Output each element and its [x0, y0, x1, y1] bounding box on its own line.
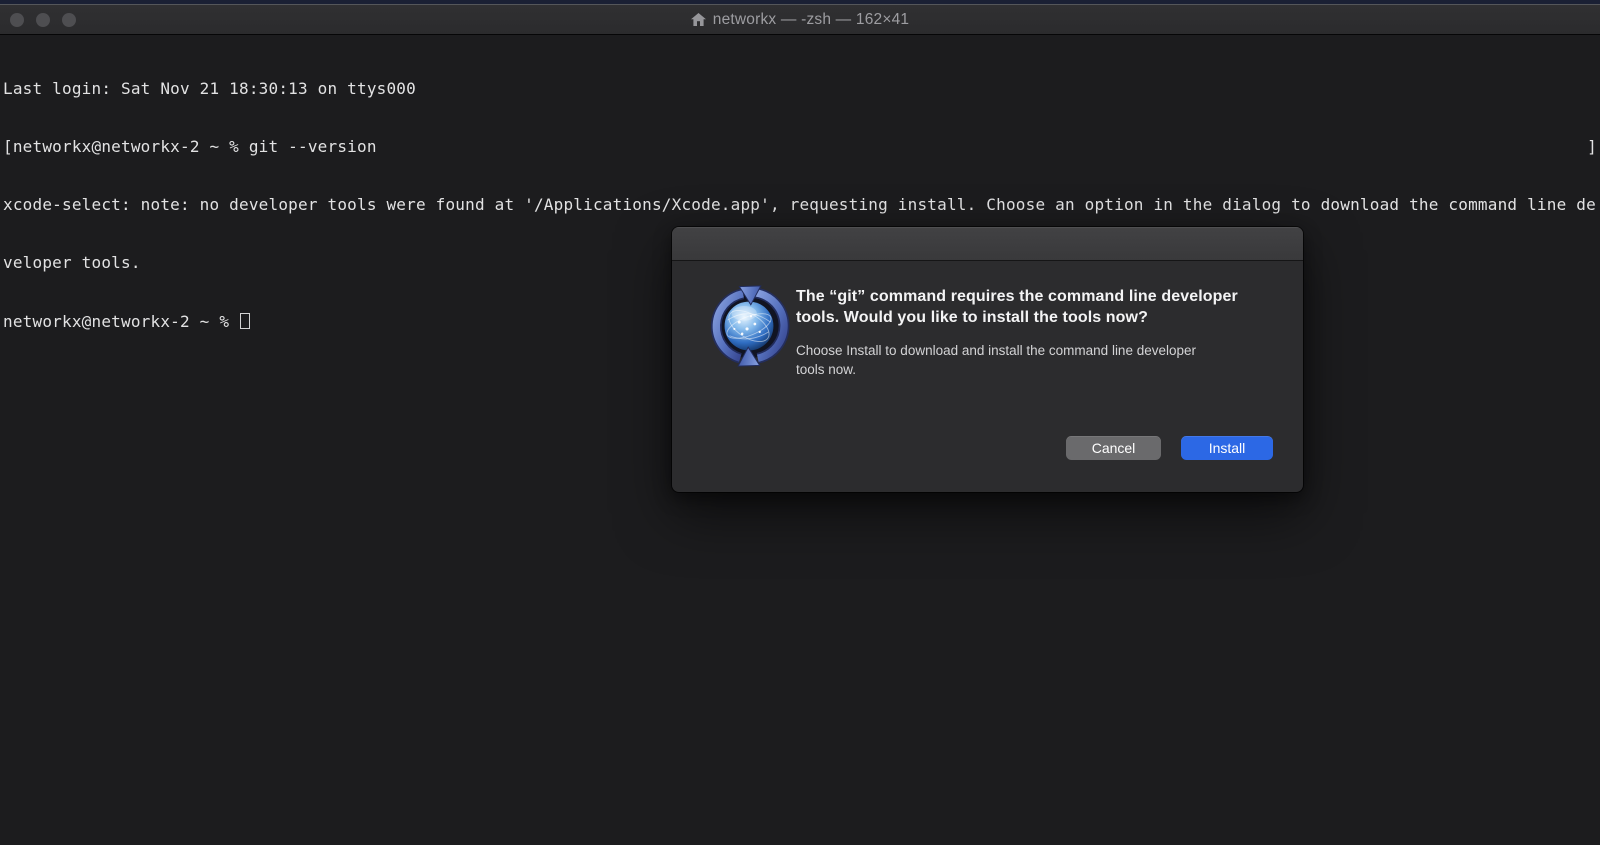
- terminal-cursor: [240, 313, 250, 329]
- install-button[interactable]: Install: [1181, 436, 1273, 460]
- dialog-button-row: Cancel Install: [1066, 436, 1273, 460]
- traffic-lights: [10, 13, 76, 27]
- developer-tools-dialog: The “git” command requires the command l…: [672, 227, 1303, 492]
- home-folder-icon: [691, 13, 706, 27]
- terminal-line: Last login: Sat Nov 21 18:30:13 on ttys0…: [3, 79, 1600, 98]
- close-button[interactable]: [10, 13, 24, 27]
- dialog-titlebar[interactable]: [672, 227, 1303, 261]
- terminal-line: [networkx@networkx-2 ~ % git --version]: [3, 137, 1600, 156]
- minimize-button[interactable]: [36, 13, 50, 27]
- cancel-button[interactable]: Cancel: [1066, 436, 1161, 460]
- dialog-heading: The “git” command requires the command l…: [796, 286, 1266, 328]
- line-wrap-bracket: ]: [1587, 137, 1597, 156]
- window-title-group: networkx — -zsh — 162×41: [691, 11, 909, 29]
- dialog-text-block: The “git” command requires the command l…: [796, 286, 1266, 379]
- software-update-icon: [706, 283, 792, 369]
- zoom-button[interactable]: [62, 13, 76, 27]
- terminal-titlebar[interactable]: networkx — -zsh — 162×41: [0, 5, 1600, 35]
- terminal-line: xcode-select: note: no developer tools w…: [3, 195, 1600, 214]
- window-title: networkx — -zsh — 162×41: [713, 11, 909, 29]
- dialog-body-text: Choose Install to download and install t…: [796, 341, 1228, 379]
